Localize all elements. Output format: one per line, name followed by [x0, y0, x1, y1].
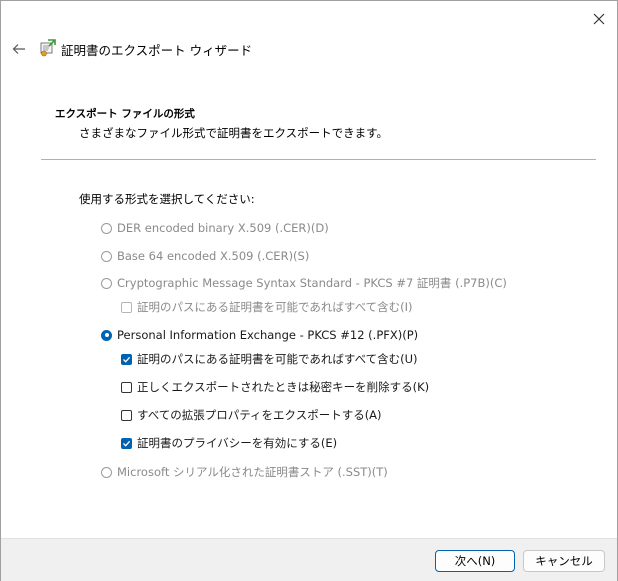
- format-prompt: 使用する形式を選択してください:: [79, 192, 255, 206]
- close-icon: [593, 13, 605, 25]
- radio-der[interactable]: DER encoded binary X.509 (.CER)(D): [101, 221, 329, 235]
- radio-pfx[interactable]: Personal Information Exchange - PKCS #12…: [101, 328, 418, 342]
- certificate-export-icon: [40, 39, 56, 57]
- radio-pkcs7-label: Cryptographic Message Syntax Standard - …: [117, 276, 507, 290]
- checkbox-pfx-export-props[interactable]: すべての拡張プロパティをエクスポートする(A): [121, 407, 382, 423]
- radio-pfx-label: Personal Information Exchange - PKCS #12…: [117, 328, 419, 342]
- checkbox-pfx-delete-key-box[interactable]: [121, 381, 132, 393]
- divider: [41, 159, 596, 160]
- checkbox-pfx-include-path-label: 証明のパスにある証明書を可能であればすべて含む(U): [137, 352, 418, 366]
- radio-pkcs7[interactable]: Cryptographic Message Syntax Standard - …: [101, 275, 507, 291]
- radio-base64-indicator[interactable]: [101, 250, 112, 262]
- close-button[interactable]: [583, 7, 615, 31]
- radio-base64-label: Base 64 encoded X.509 (.CER)(S): [117, 249, 310, 263]
- checkbox-pfx-privacy-box[interactable]: [121, 437, 132, 449]
- radio-der-label: DER encoded binary X.509 (.CER)(D): [117, 221, 329, 235]
- checkbox-pkcs7-include-path-label: 証明のパスにある証明書を可能であればすべて含む(I): [137, 300, 413, 314]
- radio-sst-label: Microsoft シリアル化された証明書ストア (.SST)(T): [117, 465, 388, 479]
- checkmark-icon: [123, 440, 131, 447]
- next-button[interactable]: 次へ(N): [435, 550, 515, 572]
- radio-pkcs7-indicator[interactable]: [101, 277, 112, 289]
- back-button[interactable]: [7, 37, 31, 61]
- radio-sst[interactable]: Microsoft シリアル化された証明書ストア (.SST)(T): [101, 464, 388, 480]
- radio-der-indicator[interactable]: [101, 222, 112, 234]
- section-title: エクスポート ファイルの形式: [55, 108, 195, 120]
- checkbox-pfx-include-path[interactable]: 証明のパスにある証明書を可能であればすべて含む(U): [121, 351, 418, 367]
- cancel-button[interactable]: キャンセル: [523, 550, 605, 572]
- radio-base64[interactable]: Base 64 encoded X.509 (.CER)(S): [101, 249, 309, 263]
- checkbox-pfx-privacy-label: 証明書のプライバシーを有効にする(E): [137, 436, 338, 450]
- wizard-title: 証明書のエクスポート ウィザード: [61, 43, 253, 58]
- checkbox-pkcs7-include-path-box[interactable]: [121, 301, 132, 313]
- wizard-footer: 次へ(N) キャンセル: [1, 538, 617, 581]
- checkbox-pfx-delete-key[interactable]: 正しくエクスポートされたときは秘密キーを削除する(K): [121, 379, 429, 395]
- back-arrow-icon: [12, 44, 25, 54]
- checkbox-pfx-export-props-box[interactable]: [121, 409, 132, 421]
- wizard-window: 証明書のエクスポート ウィザード エクスポート ファイルの形式 さまざまなファイ…: [0, 0, 618, 581]
- section-description: さまざまなファイル形式で証明書をエクスポートできます。: [79, 126, 389, 140]
- radio-pfx-indicator[interactable]: [101, 329, 112, 341]
- checkmark-icon: [123, 356, 131, 363]
- radio-sst-indicator[interactable]: [101, 466, 112, 478]
- checkbox-pfx-delete-key-label: 正しくエクスポートされたときは秘密キーを削除する(K): [137, 380, 430, 394]
- checkbox-pfx-export-props-label: すべての拡張プロパティをエクスポートする(A): [137, 408, 382, 422]
- checkbox-pfx-include-path-box[interactable]: [121, 353, 132, 365]
- checkbox-pkcs7-include-path[interactable]: 証明のパスにある証明書を可能であればすべて含む(I): [121, 299, 412, 315]
- checkbox-pfx-privacy[interactable]: 証明書のプライバシーを有効にする(E): [121, 435, 337, 451]
